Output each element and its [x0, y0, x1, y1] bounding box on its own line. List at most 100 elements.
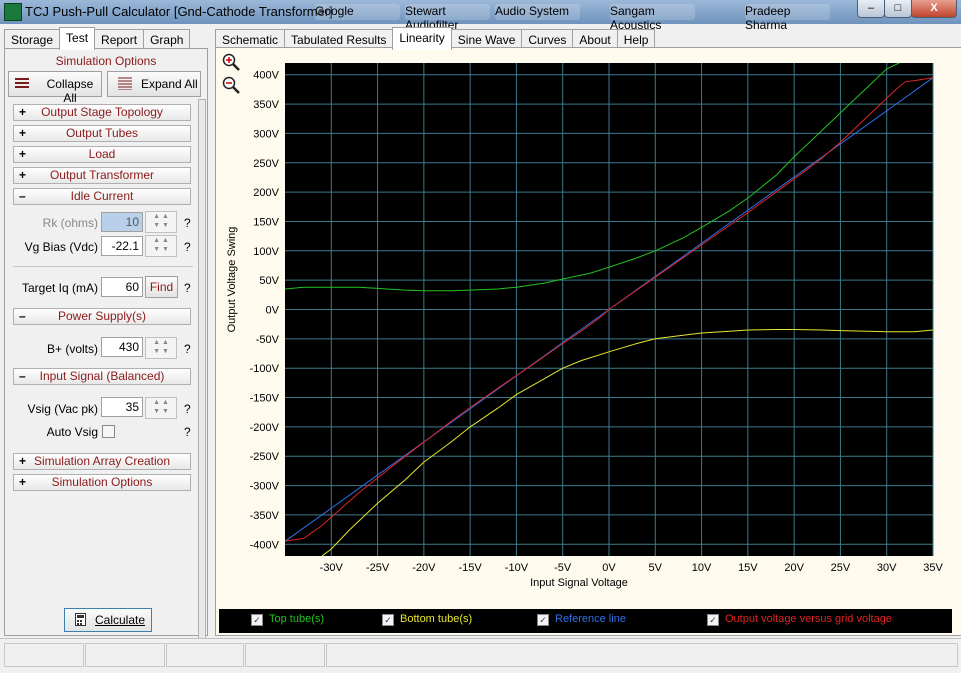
help-icon[interactable]: ? — [184, 216, 191, 230]
expand-icon: + — [19, 454, 27, 468]
section-output-tubes[interactable]: + Output Tubes — [13, 125, 191, 142]
y-tick-label: -100V — [250, 363, 280, 375]
expand-icon: + — [19, 475, 27, 489]
x-tick-label: -10V — [505, 562, 529, 574]
section-load[interactable]: + Load — [13, 146, 191, 163]
section-label: Output Stage Topology — [41, 105, 163, 119]
auto-vsig-label: Auto Vsig — [46, 425, 98, 439]
collapse-icon — [15, 78, 29, 88]
tab-report[interactable]: Report — [94, 29, 145, 50]
bplus-field[interactable]: 430 — [101, 337, 143, 357]
x-tick-label: -25V — [366, 562, 390, 574]
window-title: TCJ Push-Pull Calculator [Gnd-Cathode Tr… — [25, 4, 333, 19]
x-tick-label: 30V — [877, 562, 897, 574]
collapse-all-label: Collapse All — [46, 77, 94, 105]
vsig-field[interactable]: 35 — [101, 397, 143, 417]
legend-label: Output voltage versus grid voltage — [725, 613, 892, 625]
x-tick-label: -5V — [554, 562, 572, 574]
vg-bias-spinner[interactable]: ▲ ▲ ▼ ▼ — [145, 235, 177, 257]
x-tick-label: 0V — [602, 562, 616, 574]
section-input-signal[interactable]: – Input Signal (Balanced) — [13, 368, 191, 385]
section-label: Power Supply(s) — [57, 309, 147, 323]
section-idle-current[interactable]: – Idle Current — [13, 188, 191, 205]
close-button[interactable]: X — [911, 0, 957, 18]
x-tick-label: 25V — [831, 562, 851, 574]
expand-icon: + — [19, 168, 27, 182]
section-label: Idle Current — [70, 189, 134, 203]
legend-output-voltage[interactable]: ✓ Output voltage versus grid voltage — [707, 613, 892, 626]
vg-bias-field[interactable]: -22.1 — [101, 236, 143, 256]
section-power-supply[interactable]: – Power Supply(s) — [13, 308, 191, 325]
help-icon[interactable]: ? — [184, 342, 191, 356]
x-axis-label: Input Signal Voltage — [530, 577, 628, 589]
bplus-label: B+ (volts) — [46, 342, 98, 356]
help-icon[interactable]: ? — [184, 240, 191, 254]
help-icon[interactable]: ? — [184, 281, 191, 295]
app-icon — [4, 3, 22, 21]
section-simulation-array-creation[interactable]: + Simulation Array Creation — [13, 453, 191, 470]
minimize-button[interactable]: – — [857, 0, 885, 18]
simulation-options-panel: Simulation Options Collapse All Expand A… — [4, 48, 208, 649]
help-icon[interactable]: ? — [184, 402, 191, 416]
maximize-button[interactable]: □ — [884, 0, 912, 18]
x-tick-label: -20V — [412, 562, 436, 574]
tab-graph[interactable]: Graph — [143, 29, 191, 50]
separator — [13, 266, 193, 267]
y-tick-label: 50V — [259, 275, 279, 287]
legend-top-tubes[interactable]: ✓ Top tube(s) — [251, 613, 324, 626]
tab-storage[interactable]: Storage — [4, 29, 61, 50]
y-axis-label: Output Voltage Swing — [226, 227, 238, 333]
section-label: Simulation Array Creation — [33, 454, 171, 468]
legend-label: Reference line — [555, 613, 626, 625]
expand-icon — [118, 77, 132, 90]
section-label: Load — [88, 147, 116, 161]
taskbar-ghost: Stewart Audiofilter — [405, 4, 490, 32]
tab-test[interactable]: Test — [59, 27, 96, 50]
y-tick-label: -350V — [250, 510, 280, 522]
expand-icon: + — [19, 126, 27, 140]
y-tick-label: 350V — [253, 99, 279, 111]
taskbar-ghost: Pradeep Sharma — [745, 4, 830, 32]
y-tick-label: 250V — [253, 158, 279, 170]
x-tick-label: -15V — [459, 562, 483, 574]
panel-scrollbar[interactable] — [198, 99, 206, 649]
calculator-icon — [75, 613, 86, 626]
x-tick-label: -30V — [320, 562, 344, 574]
section-output-stage-topology[interactable]: + Output Stage Topology — [13, 104, 191, 121]
target-iq-field[interactable]: 60 — [101, 277, 143, 297]
help-icon[interactable]: ? — [184, 425, 191, 439]
target-iq-label: Target Iq (mA) — [21, 281, 98, 295]
x-tick-label: 10V — [692, 562, 712, 574]
rk-field: 10 — [101, 212, 143, 232]
vsig-spinner[interactable]: ▲ ▲ ▼ ▼ — [145, 397, 177, 419]
legend-label: Bottom tube(s) — [400, 613, 473, 625]
checkbox-checked-icon: ✓ — [537, 614, 549, 626]
left-tab-strip: Storage Test Report Graph — [4, 27, 191, 50]
section-label: Output Tubes — [65, 126, 139, 140]
x-tick-label: 20V — [784, 562, 804, 574]
status-bar — [0, 638, 961, 673]
section-output-transformer[interactable]: + Output Transformer — [13, 167, 191, 184]
vsig-label: Vsig (Vac pk) — [27, 402, 98, 416]
bplus-spinner[interactable]: ▲ ▲ ▼ ▼ — [145, 337, 177, 359]
rk-spinner[interactable]: ▲ ▲ ▼ ▼ — [145, 211, 177, 233]
panel-title: Simulation Options — [55, 54, 157, 68]
y-tick-label: -50V — [256, 334, 280, 346]
legend-label: Top tube(s) — [269, 613, 325, 625]
calculate-button[interactable]: Calculate — [64, 608, 152, 632]
tab-linearity[interactable]: Linearity — [392, 27, 452, 50]
calculate-label: Calculate — [95, 613, 146, 627]
legend-reference-line[interactable]: ✓ Reference line — [537, 613, 626, 626]
auto-vsig-checkbox[interactable] — [102, 425, 115, 438]
section-simulation-options[interactable]: + Simulation Options — [13, 474, 191, 491]
status-cell — [166, 643, 244, 667]
find-button[interactable]: Find — [145, 276, 178, 298]
expand-icon: + — [19, 105, 27, 119]
y-tick-label: 200V — [253, 187, 279, 199]
expand-all-button[interactable]: Expand All — [107, 71, 201, 97]
section-label: Simulation Options — [51, 475, 153, 489]
legend-bottom-tubes[interactable]: ✓ Bottom tube(s) — [382, 613, 472, 626]
section-label: Input Signal (Balanced) — [39, 369, 165, 383]
vg-bias-label: Vg Bias (Vdc) — [24, 240, 98, 254]
collapse-all-button[interactable]: Collapse All — [8, 71, 102, 105]
